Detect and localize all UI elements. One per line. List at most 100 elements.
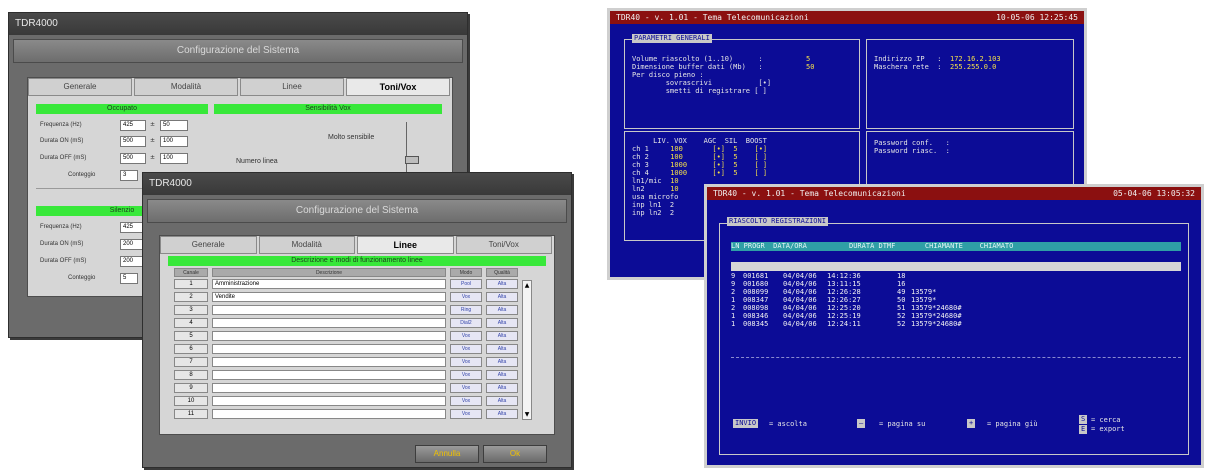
s-key[interactable]: S xyxy=(1079,415,1088,424)
vox-slider-thumb[interactable] xyxy=(405,156,419,164)
recording-row[interactable]: 2 008098 04/04/06 12:25:20 51 13579*24680# xyxy=(731,304,1181,312)
recording-row[interactable]: 9 001681 04/04/06 14:12:36 18 xyxy=(731,272,1181,280)
mode-button[interactable]: Dial2 xyxy=(450,318,482,328)
recording-row[interactable]: 1 008346 04/04/06 12:25:19 52 13579*24680# xyxy=(731,312,1181,320)
mode-button[interactable]: Vox xyxy=(450,357,482,367)
quality-button[interactable]: Alta xyxy=(486,409,518,419)
description-field[interactable] xyxy=(212,305,446,315)
recording-row[interactable]: 1 008347 04/04/06 12:26:27 50 13579* xyxy=(731,296,1181,304)
channel-number: 1 xyxy=(174,279,208,289)
recording-duration: 52 xyxy=(897,312,906,320)
description-field[interactable] xyxy=(212,331,446,341)
tab-linee[interactable]: Linee xyxy=(357,236,454,254)
occupato-freq-tol-field[interactable]: 50 xyxy=(160,120,188,131)
quality-button[interactable]: Alta xyxy=(486,331,518,341)
scroll-down-arrow-icon[interactable]: ▼ xyxy=(523,410,531,419)
plus-key[interactable]: + xyxy=(967,419,976,428)
mode-button[interactable]: Vox xyxy=(450,292,482,302)
quality-button[interactable]: Alta xyxy=(486,305,518,315)
recording-row-selected[interactable]: 9 001682 04/04/06 14:17:15 16 xyxy=(731,262,1181,315)
sovrascrivi-option[interactable]: sovrascrivi [•] xyxy=(632,79,771,87)
ok-button[interactable]: Ok xyxy=(483,445,547,463)
description-field[interactable] xyxy=(212,344,446,354)
tab-modalita[interactable]: Modalità xyxy=(258,236,355,254)
quality-button[interactable]: Alta xyxy=(486,344,518,354)
mode-button[interactable]: Ring xyxy=(450,305,482,315)
table-row[interactable]: 4 Dial2 Alta xyxy=(174,318,518,329)
table-row[interactable]: 9 Vox Alta xyxy=(174,383,518,394)
table-row[interactable]: 7 Vox Alta xyxy=(174,357,518,368)
password-conf-label[interactable]: Password conf. : xyxy=(874,139,950,147)
mode-button[interactable]: Vox xyxy=(450,409,482,419)
recording-row[interactable]: 9 001680 04/04/06 13:11:15 16 xyxy=(731,280,1181,288)
table-row[interactable]: 6 Vox Alta xyxy=(174,344,518,355)
occupato-on-tol-field[interactable]: 100 xyxy=(160,136,188,147)
quality-button[interactable]: Alta xyxy=(486,383,518,393)
minus-key[interactable]: — xyxy=(857,419,866,428)
channel-values[interactable]: 10 xyxy=(666,185,678,193)
tab-linee[interactable]: Linee xyxy=(240,78,344,96)
channel-name: ln1/mic xyxy=(632,177,662,185)
table-row[interactable]: 1 Amministrazione Pool Alta xyxy=(174,279,518,290)
cancel-button[interactable]: Annulla xyxy=(415,445,479,463)
description-field[interactable] xyxy=(212,383,446,393)
quality-button[interactable]: Alta xyxy=(486,318,518,328)
tab-tonivox[interactable]: Toni/Vox xyxy=(346,78,450,96)
description-field[interactable]: Vendite xyxy=(212,292,446,302)
table-row[interactable]: 5 Vox Alta xyxy=(174,331,518,342)
table-row[interactable]: 11 Vox Alta xyxy=(174,409,518,420)
invio-key[interactable]: INVIO xyxy=(733,419,759,428)
quality-button[interactable]: Alta xyxy=(486,370,518,380)
description-field[interactable] xyxy=(212,357,446,367)
description-field[interactable] xyxy=(212,396,446,406)
description-field[interactable]: Amministrazione xyxy=(212,279,446,289)
recording-progr: 008098 xyxy=(743,304,769,312)
quality-button[interactable]: Alta xyxy=(486,396,518,406)
tab-tonivox[interactable]: Toni/Vox xyxy=(455,236,552,254)
volume-value[interactable]: 5 xyxy=(806,55,810,63)
mode-button[interactable]: Pool xyxy=(450,279,482,289)
quality-button[interactable]: Alta xyxy=(486,279,518,289)
quality-button[interactable]: Alta xyxy=(486,292,518,302)
mode-button[interactable]: Vox xyxy=(450,396,482,406)
channel-values[interactable]: 100 [•] 5 [•] xyxy=(666,145,767,153)
recording-row[interactable]: 2 008099 04/04/06 12:26:28 49 13579* xyxy=(731,288,1181,296)
occupato-conteggio-field[interactable]: 3 xyxy=(120,170,138,181)
mode-button[interactable]: Vox xyxy=(450,331,482,341)
occupato-off-tol-field[interactable]: 100 xyxy=(160,153,188,164)
recording-dtmf: 13579*24680# xyxy=(911,312,962,320)
mode-button[interactable]: Vox xyxy=(450,370,482,380)
table-row[interactable]: 8 Vox Alta xyxy=(174,370,518,381)
mode-button[interactable]: Vox xyxy=(450,383,482,393)
mode-button[interactable]: Vox xyxy=(450,344,482,354)
channel-values[interactable]: 10 xyxy=(666,177,678,185)
table-row[interactable]: 2 Vendite Vox Alta xyxy=(174,292,518,303)
channel-values[interactable]: 1000 [•] 5 [ ] xyxy=(666,169,767,177)
occupato-off-field[interactable]: 500 xyxy=(120,153,146,164)
quality-button[interactable]: Alta xyxy=(486,357,518,367)
silenzio-conteggio-field[interactable]: 5 xyxy=(120,273,138,284)
ip-value[interactable]: 172.16.2.103 xyxy=(950,55,1001,63)
table-scrollbar[interactable]: ▲ ▼ xyxy=(522,280,532,420)
smetti-option[interactable]: smetti di registrare [ ] xyxy=(632,87,767,95)
recording-row[interactable]: 1 008345 04/04/06 12:24:11 52 13579*24680# xyxy=(731,320,1181,328)
password-riasc-label[interactable]: Password riasc. : xyxy=(874,147,950,155)
plus-minus-icon: ± xyxy=(150,121,156,128)
channel-values[interactable]: 100 [•] 5 [ ] xyxy=(666,153,767,161)
tab-generale[interactable]: Generale xyxy=(160,236,257,254)
description-field[interactable] xyxy=(212,370,446,380)
occupato-on-field[interactable]: 500 xyxy=(120,136,146,147)
tab-modalita[interactable]: Modalità xyxy=(134,78,238,96)
tab-generale[interactable]: Generale xyxy=(28,78,132,96)
table-row[interactable]: 3 Ring Alta xyxy=(174,305,518,316)
occupato-freq-field[interactable]: 425 xyxy=(120,120,146,131)
mask-value[interactable]: 255.255.0.0 xyxy=(950,63,996,71)
vox-slider[interactable] xyxy=(405,122,420,174)
description-field[interactable] xyxy=(212,409,446,419)
scroll-up-arrow-icon[interactable]: ▲ xyxy=(523,281,531,290)
channel-values[interactable]: 1000 [•] 5 [ ] xyxy=(666,161,767,169)
buffer-value[interactable]: 50 xyxy=(806,63,814,71)
table-row[interactable]: 10 Vox Alta xyxy=(174,396,518,407)
e-key[interactable]: E xyxy=(1079,425,1088,434)
description-field[interactable] xyxy=(212,318,446,328)
